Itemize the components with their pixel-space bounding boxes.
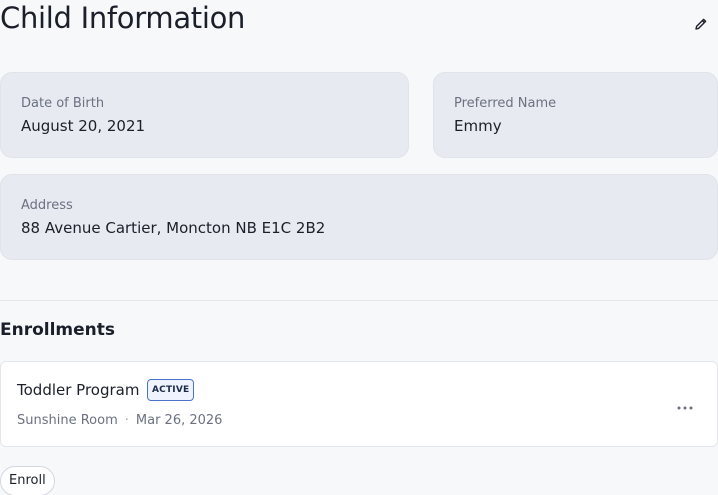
edit-button[interactable] (690, 14, 712, 36)
pencil-icon (694, 16, 708, 35)
enrollment-meta: Sunshine Room · Mar 26, 2026 (17, 413, 222, 428)
enrollment-date: Mar 26, 2026 (135, 413, 223, 428)
more-horizontal-icon (677, 395, 693, 414)
enroll-button[interactable]: Enroll (0, 466, 55, 495)
page-title: Child Information (0, 1, 246, 35)
address-card: Address 88 Avenue Cartier, Moncton NB E1… (0, 174, 718, 260)
enrollment-menu-button[interactable] (671, 394, 699, 414)
address-value: 88 Avenue Cartier, Moncton NB E1C 2B2 (21, 219, 326, 237)
preferred-name-card: Preferred Name Emmy (433, 72, 718, 158)
date-of-birth-label: Date of Birth (21, 96, 105, 111)
program-name: Toddler Program (17, 381, 140, 399)
enrollment-card: Toddler Program ACTIVE Sunshine Room · M… (0, 361, 718, 447)
date-of-birth-value: August 20, 2021 (21, 117, 146, 135)
status-badge: ACTIVE (147, 379, 195, 401)
section-divider (0, 300, 718, 301)
preferred-name-label: Preferred Name (454, 96, 557, 111)
preferred-name-value: Emmy (454, 117, 502, 135)
room-name: Sunshine Room (17, 413, 118, 428)
date-of-birth-card: Date of Birth August 20, 2021 (0, 72, 409, 158)
meta-separator: · (124, 413, 129, 428)
child-information-page: Child Information Date of Birth August 2… (0, 0, 718, 495)
enrollments-heading: Enrollments (0, 320, 116, 340)
address-label: Address (21, 198, 73, 213)
